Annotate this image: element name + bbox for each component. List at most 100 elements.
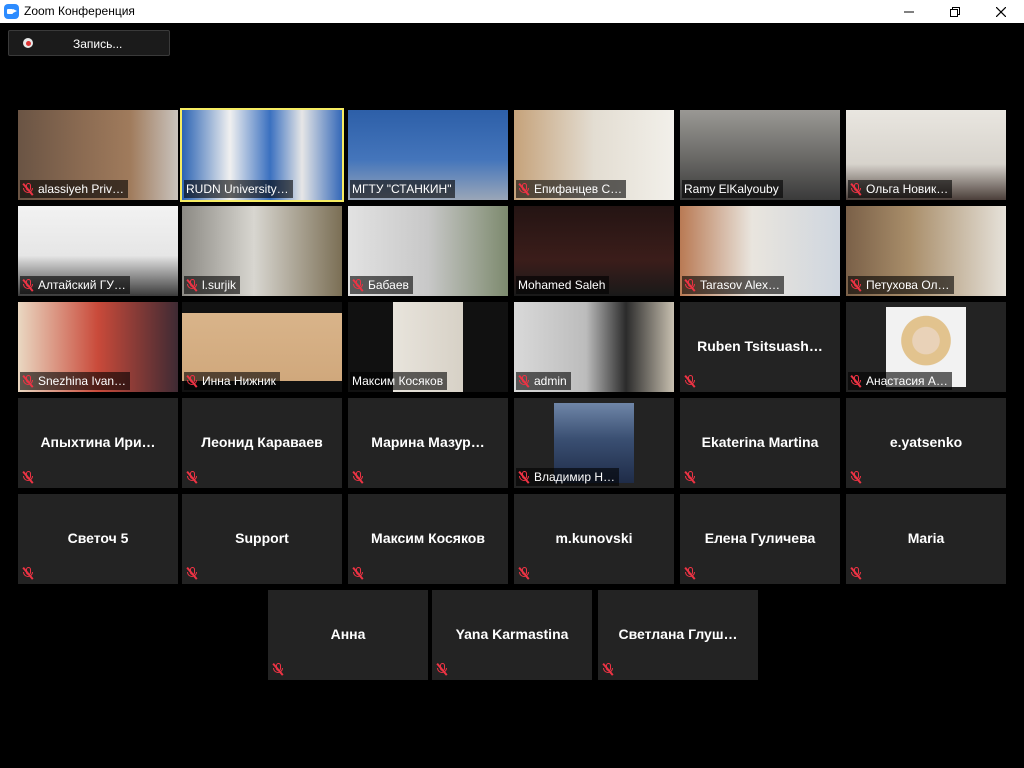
participant-display-name: Максим Косяков (371, 530, 485, 546)
minimize-button[interactable] (886, 0, 932, 23)
record-button[interactable]: Запись... (8, 30, 170, 56)
minimize-icon (904, 11, 914, 12)
muted-mic-icon (186, 278, 198, 292)
participant-name: RUDN University… (186, 182, 289, 196)
participant-name-tag: Максим Косяков (350, 372, 448, 390)
participant-tile[interactable]: Snezhina Ivan… (18, 302, 178, 392)
close-button[interactable] (978, 0, 1024, 23)
participant-name: Анастасия А… (866, 374, 948, 388)
muted-mic-icon (186, 566, 198, 580)
participant-tile[interactable]: Инна Нижник (182, 302, 342, 392)
participant-display-name: Ruben Tsitsuash… (697, 338, 823, 354)
participant-display-name: Марина Мазур… (371, 434, 485, 450)
participant-tile[interactable]: Tarasov Alex… (680, 206, 840, 296)
muted-mic-icon (22, 470, 34, 484)
participant-name-tag: Tarasov Alex… (682, 276, 785, 294)
participant-name-tag: МГТУ "СТАНКИН" (350, 180, 456, 198)
window-title: Zoom Конференция (24, 4, 135, 18)
participant-display-name: e.yatsenko (889, 434, 963, 450)
participant-tile[interactable]: Епифанцев С… (514, 110, 674, 200)
close-icon (996, 6, 1006, 17)
participant-display-name: Maria (907, 530, 945, 546)
participant-name-tag: alassiyeh Priv… (20, 180, 129, 198)
participant-tile[interactable]: RUDN University… (180, 108, 344, 202)
participant-name: Ольга Новик… (866, 182, 949, 196)
participant-tile[interactable]: Анастасия А… (846, 302, 1006, 392)
participant-tile[interactable]: Бабаев (348, 206, 508, 296)
muted-mic-icon (602, 662, 614, 676)
participant-tile[interactable]: Апыхтина Ири… (18, 398, 178, 488)
participant-tile[interactable]: admin (514, 302, 674, 392)
muted-mic-icon (850, 374, 862, 388)
participant-name-tag: Ramy ElKalyouby (682, 180, 783, 198)
participant-name-tag (20, 468, 42, 486)
participant-display-name: Yana Karmastina (455, 626, 569, 642)
muted-mic-icon (850, 182, 862, 196)
participant-name: Алтайский ГУ… (38, 278, 126, 292)
participant-tile[interactable]: Yana Karmastina (432, 590, 592, 680)
participant-tile[interactable]: Светлана Глуш… (598, 590, 758, 680)
participant-tile[interactable]: l.surjik (182, 206, 342, 296)
participant-tile[interactable]: Леонид Караваев (182, 398, 342, 488)
participant-name-tag (682, 564, 704, 582)
muted-mic-icon (850, 470, 862, 484)
participant-tile[interactable]: Ekaterina Martina (680, 398, 840, 488)
participant-tile[interactable]: Елена Гуличева (680, 494, 840, 584)
participant-name-tag (434, 660, 456, 678)
participant-tile[interactable]: Максим Косяков (348, 494, 508, 584)
participant-tile[interactable]: Владимир Н… (514, 398, 674, 488)
restore-button[interactable] (932, 0, 978, 23)
participant-tile[interactable]: Support (182, 494, 342, 584)
participant-name-tag (184, 564, 206, 582)
participant-tile[interactable]: Ольга Новик… (846, 110, 1006, 200)
participant-tile[interactable]: Светоч 5 (18, 494, 178, 584)
participant-name-tag: admin (516, 372, 571, 390)
participant-name-tag: Владимир Н… (516, 468, 620, 486)
participant-display-name: Светлана Глуш… (618, 626, 738, 642)
muted-mic-icon (352, 470, 364, 484)
muted-mic-icon (186, 374, 198, 388)
participant-name-tag (848, 564, 870, 582)
participant-name-tag (516, 564, 538, 582)
participant-name: Mohamed Saleh (518, 278, 606, 292)
participant-tile[interactable]: Алтайский ГУ… (18, 206, 178, 296)
participant-name: l.surjik (202, 278, 237, 292)
muted-mic-icon (272, 662, 284, 676)
participant-tile[interactable]: Ruben Tsitsuash… (680, 302, 840, 392)
participant-tile[interactable]: Петухова Ол… (846, 206, 1006, 296)
participant-display-name: Ekaterina Martina (701, 434, 819, 450)
participant-tile[interactable]: Ramy ElKalyouby (680, 110, 840, 200)
participant-name-tag (600, 660, 622, 678)
participant-tile[interactable]: Марина Мазур… (348, 398, 508, 488)
muted-mic-icon (518, 470, 530, 484)
participant-tile[interactable]: Анна (268, 590, 428, 680)
muted-mic-icon (684, 470, 696, 484)
participant-name-tag: Mohamed Saleh (516, 276, 610, 294)
participant-name-tag (184, 468, 206, 486)
muted-mic-icon (850, 566, 862, 580)
participant-name: alassiyeh Priv… (38, 182, 125, 196)
participant-name: Tarasov Alex… (700, 278, 781, 292)
participant-name-tag: Snezhina Ivan… (20, 372, 131, 390)
participant-tile[interactable]: alassiyeh Priv… (18, 110, 178, 200)
muted-mic-icon (22, 182, 34, 196)
participant-name-tag (350, 468, 372, 486)
participant-name-tag: l.surjik (184, 276, 241, 294)
participant-name-tag: Бабаев (350, 276, 413, 294)
muted-mic-icon (684, 566, 696, 580)
participant-tile[interactable]: Maria (846, 494, 1006, 584)
participant-name: Инна Нижник (202, 374, 276, 388)
muted-mic-icon (518, 566, 530, 580)
participant-tile[interactable]: m.kunovski (514, 494, 674, 584)
participant-tile[interactable]: Максим Косяков (348, 302, 508, 392)
muted-mic-icon (352, 566, 364, 580)
participant-name-tag (848, 468, 870, 486)
participant-name-tag (682, 468, 704, 486)
participant-name-tag (270, 660, 292, 678)
participant-tile[interactable]: e.yatsenko (846, 398, 1006, 488)
participant-tile[interactable]: МГТУ "СТАНКИН" (348, 110, 508, 200)
participant-display-name: Светоч 5 (67, 530, 129, 546)
muted-mic-icon (186, 470, 198, 484)
muted-mic-icon (518, 182, 530, 196)
participant-tile[interactable]: Mohamed Saleh (514, 206, 674, 296)
